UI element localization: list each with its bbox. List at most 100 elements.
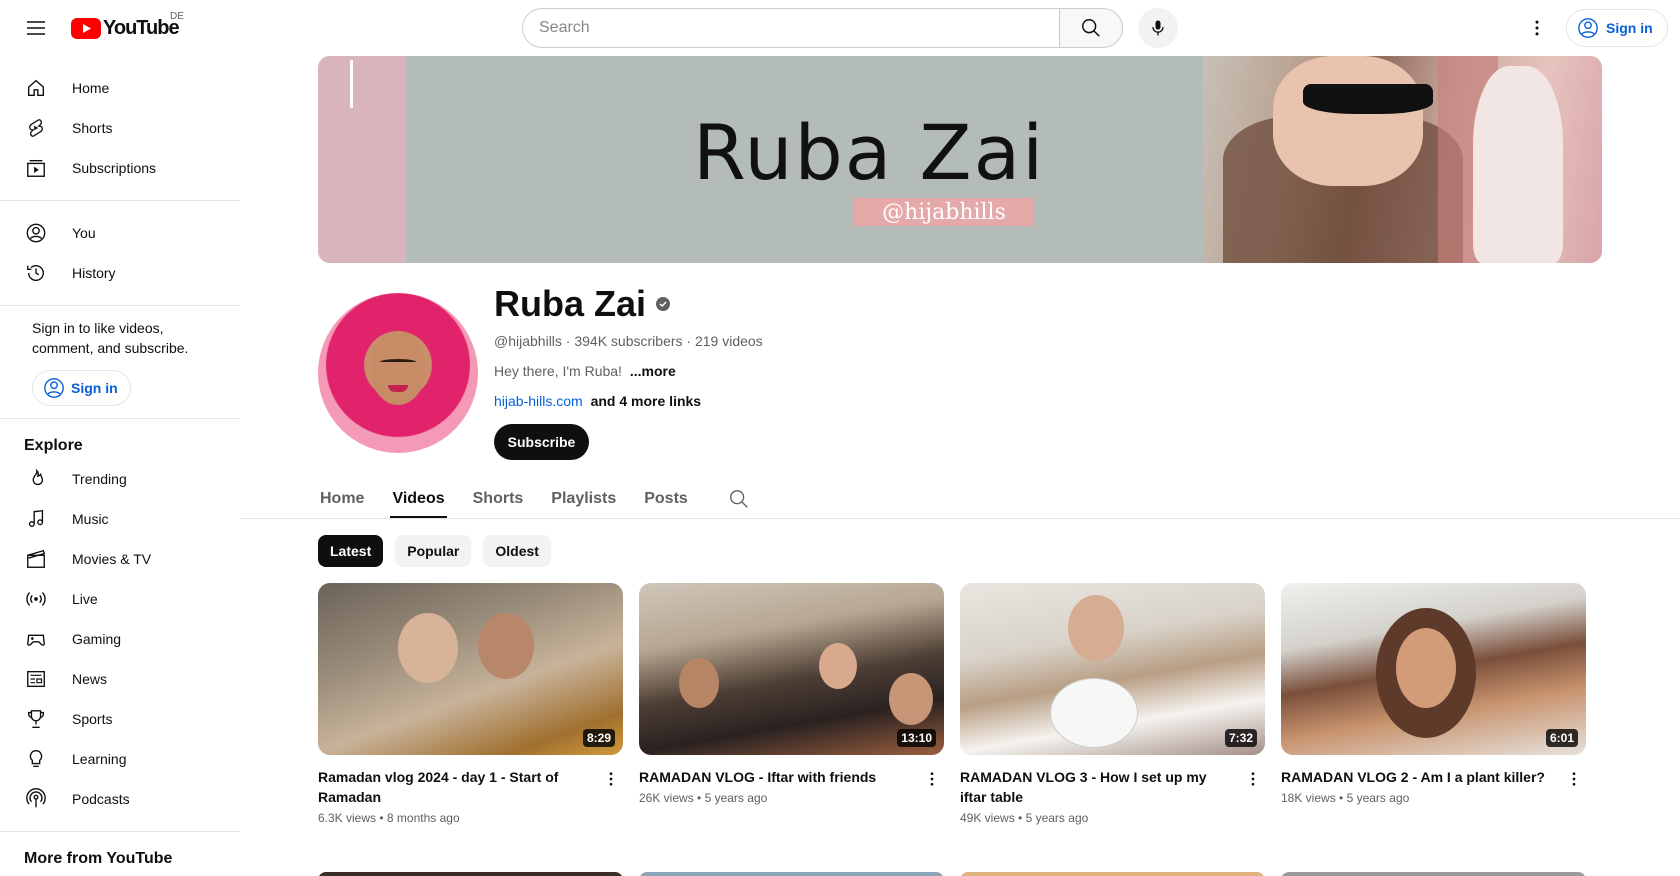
sidebar-item-shorts[interactable]: Shorts <box>0 108 240 148</box>
search-button[interactable] <box>1059 8 1123 48</box>
banner-photo-figure <box>1473 66 1563 263</box>
tab-home[interactable]: Home <box>318 480 366 518</box>
chip-popular[interactable]: Popular <box>395 535 472 567</box>
avatar-eyes <box>380 359 416 365</box>
channel-name-text: Ruba Zai <box>494 283 647 324</box>
chip-latest[interactable]: Latest <box>318 535 384 567</box>
voice-search-button[interactable] <box>1138 8 1178 48</box>
more-links-button[interactable]: and 4 more links <box>591 393 701 409</box>
video-menu-button[interactable] <box>1562 767 1586 791</box>
video-thumbnail-peek[interactable] <box>1281 872 1586 876</box>
tab-shorts[interactable]: Shorts <box>471 480 526 518</box>
settings-menu-button[interactable] <box>1521 12 1553 44</box>
search-icon <box>729 490 748 508</box>
sidebar-item-learning[interactable]: Learning <box>0 739 240 779</box>
sidebar-item-label: Music <box>72 511 109 527</box>
more-vertical-icon <box>1535 20 1539 36</box>
avatar-face <box>370 331 426 405</box>
channel-meta: @hijabhills · 394K subscribers · 219 vid… <box>494 333 763 349</box>
sidebar-item-label: History <box>72 265 116 281</box>
channel-search-button[interactable] <box>728 480 750 518</box>
more-from-youtube-heading: More from YouTube <box>24 850 173 867</box>
video-thumbnail-peek[interactable] <box>639 872 944 876</box>
youtube-logo[interactable]: YouTube <box>71 17 180 40</box>
music-icon <box>24 507 48 531</box>
sidebar-item-news[interactable]: News <box>0 659 240 699</box>
sidebar-item-history[interactable]: History <box>0 253 240 293</box>
video-card[interactable]: 7:32 RAMADAN VLOG 3 - How I set up my if… <box>960 583 1265 825</box>
video-duration: 13:10 <box>897 729 936 747</box>
sports-icon <box>24 707 48 731</box>
tab-playlists[interactable]: Playlists <box>549 480 618 518</box>
sidebar-item-you[interactable]: You <box>0 213 240 253</box>
sign-in-button[interactable]: Sign in <box>1566 9 1668 47</box>
top-bar: YouTube DE Sign in <box>0 0 1680 56</box>
movies-icon <box>24 547 48 571</box>
video-card[interactable]: 6:01 RAMADAN VLOG 2 - Am I a plant kille… <box>1281 583 1586 825</box>
banner-photo-sunglasses <box>1303 84 1433 114</box>
description-more-button[interactable]: ...more <box>630 363 676 379</box>
sidebar-item-gaming[interactable]: Gaming <box>0 619 240 659</box>
sidebar-item-home[interactable]: Home <box>0 68 240 108</box>
banner-photo-face <box>1273 56 1423 186</box>
video-card[interactable]: 8:29 Ramadan vlog 2024 - day 1 - Start o… <box>318 583 623 825</box>
chip-oldest[interactable]: Oldest <box>483 535 551 567</box>
video-text: RAMADAN VLOG 2 - Am I a plant killer? 18… <box>1281 767 1562 805</box>
divider <box>0 200 240 201</box>
sidebar-item-movies[interactable]: Movies & TV <box>0 539 240 579</box>
video-menu-button[interactable] <box>920 767 944 791</box>
sidebar-item-podcasts[interactable]: Podcasts <box>0 779 240 819</box>
video-text: Ramadan vlog 2024 - day 1 - Start of Ram… <box>318 767 599 825</box>
video-info: RAMADAN VLOG 2 - Am I a plant killer? 18… <box>1281 767 1586 805</box>
video-title[interactable]: RAMADAN VLOG 2 - Am I a plant killer? <box>1281 767 1546 787</box>
video-meta: 18K views • 5 years ago <box>1281 791 1410 805</box>
tab-posts[interactable]: Posts <box>642 480 690 518</box>
video-title[interactable]: RAMADAN VLOG 3 - How I set up my iftar t… <box>960 767 1225 807</box>
video-menu-button[interactable] <box>1241 767 1265 791</box>
sidebar-item-live[interactable]: Live <box>0 579 240 619</box>
sidebar-item-music[interactable]: Music <box>0 499 240 539</box>
video-thumbnail[interactable]: 13:10 <box>639 583 944 755</box>
thumbnail-person <box>889 673 933 725</box>
sign-in-message: Sign in to like videos, comment, and sub… <box>32 320 189 356</box>
video-thumbnail[interactable]: 6:01 <box>1281 583 1586 755</box>
divider <box>0 831 240 832</box>
video-title[interactable]: RAMADAN VLOG - Iftar with friends <box>639 767 904 787</box>
subscriptions-icon <box>24 156 48 180</box>
video-thumbnail[interactable]: 8:29 <box>318 583 623 755</box>
menu-icon[interactable] <box>20 12 52 44</box>
video-title[interactable]: Ramadan vlog 2024 - day 1 - Start of Ram… <box>318 767 583 807</box>
thumbnail-person <box>478 613 534 679</box>
sign-in-label: Sign in <box>1606 20 1653 36</box>
video-meta: 26K views • 5 years ago <box>639 791 768 805</box>
banner-handle: @hijabhills <box>854 198 1034 226</box>
search-input[interactable] <box>522 8 1059 48</box>
video-menu-button[interactable] <box>599 767 623 791</box>
video-thumbnail-peek[interactable] <box>960 872 1265 876</box>
video-card[interactable]: 13:10 RAMADAN VLOG - Iftar with friends … <box>639 583 944 825</box>
banner-pink-stripe <box>318 56 406 263</box>
channel-link[interactable]: hijab-hills.com <box>494 393 583 409</box>
banner-photo <box>1203 56 1602 263</box>
channel-description[interactable]: Hey there, I'm Ruba! ...more <box>494 363 676 379</box>
video-meta: 6.3K views • 8 months ago <box>318 811 460 825</box>
thumbnail-person <box>819 643 857 689</box>
tab-videos[interactable]: Videos <box>390 480 447 518</box>
sidebar-item-trending[interactable]: Trending <box>0 459 240 499</box>
video-thumbnail[interactable]: 7:32 <box>960 583 1265 755</box>
subscribe-button[interactable]: Subscribe <box>494 424 589 460</box>
sidebar-sign-in-button[interactable]: Sign in <box>32 370 131 406</box>
you-icon <box>24 221 48 245</box>
video-views: 49K views <box>960 811 1015 825</box>
divider <box>0 305 240 306</box>
tabs-divider <box>240 518 1680 519</box>
sidebar-item-label: Shorts <box>72 120 113 136</box>
sort-chips: Latest Popular Oldest <box>318 535 551 567</box>
sidebar: Home Shorts Subscriptions You History Si… <box>0 56 240 876</box>
trending-icon <box>24 467 48 491</box>
learning-icon <box>24 747 48 771</box>
video-text: RAMADAN VLOG 3 - How I set up my iftar t… <box>960 767 1241 825</box>
video-thumbnail-peek[interactable] <box>318 872 623 876</box>
sidebar-item-subscriptions[interactable]: Subscriptions <box>0 148 240 188</box>
sidebar-item-sports[interactable]: Sports <box>0 699 240 739</box>
